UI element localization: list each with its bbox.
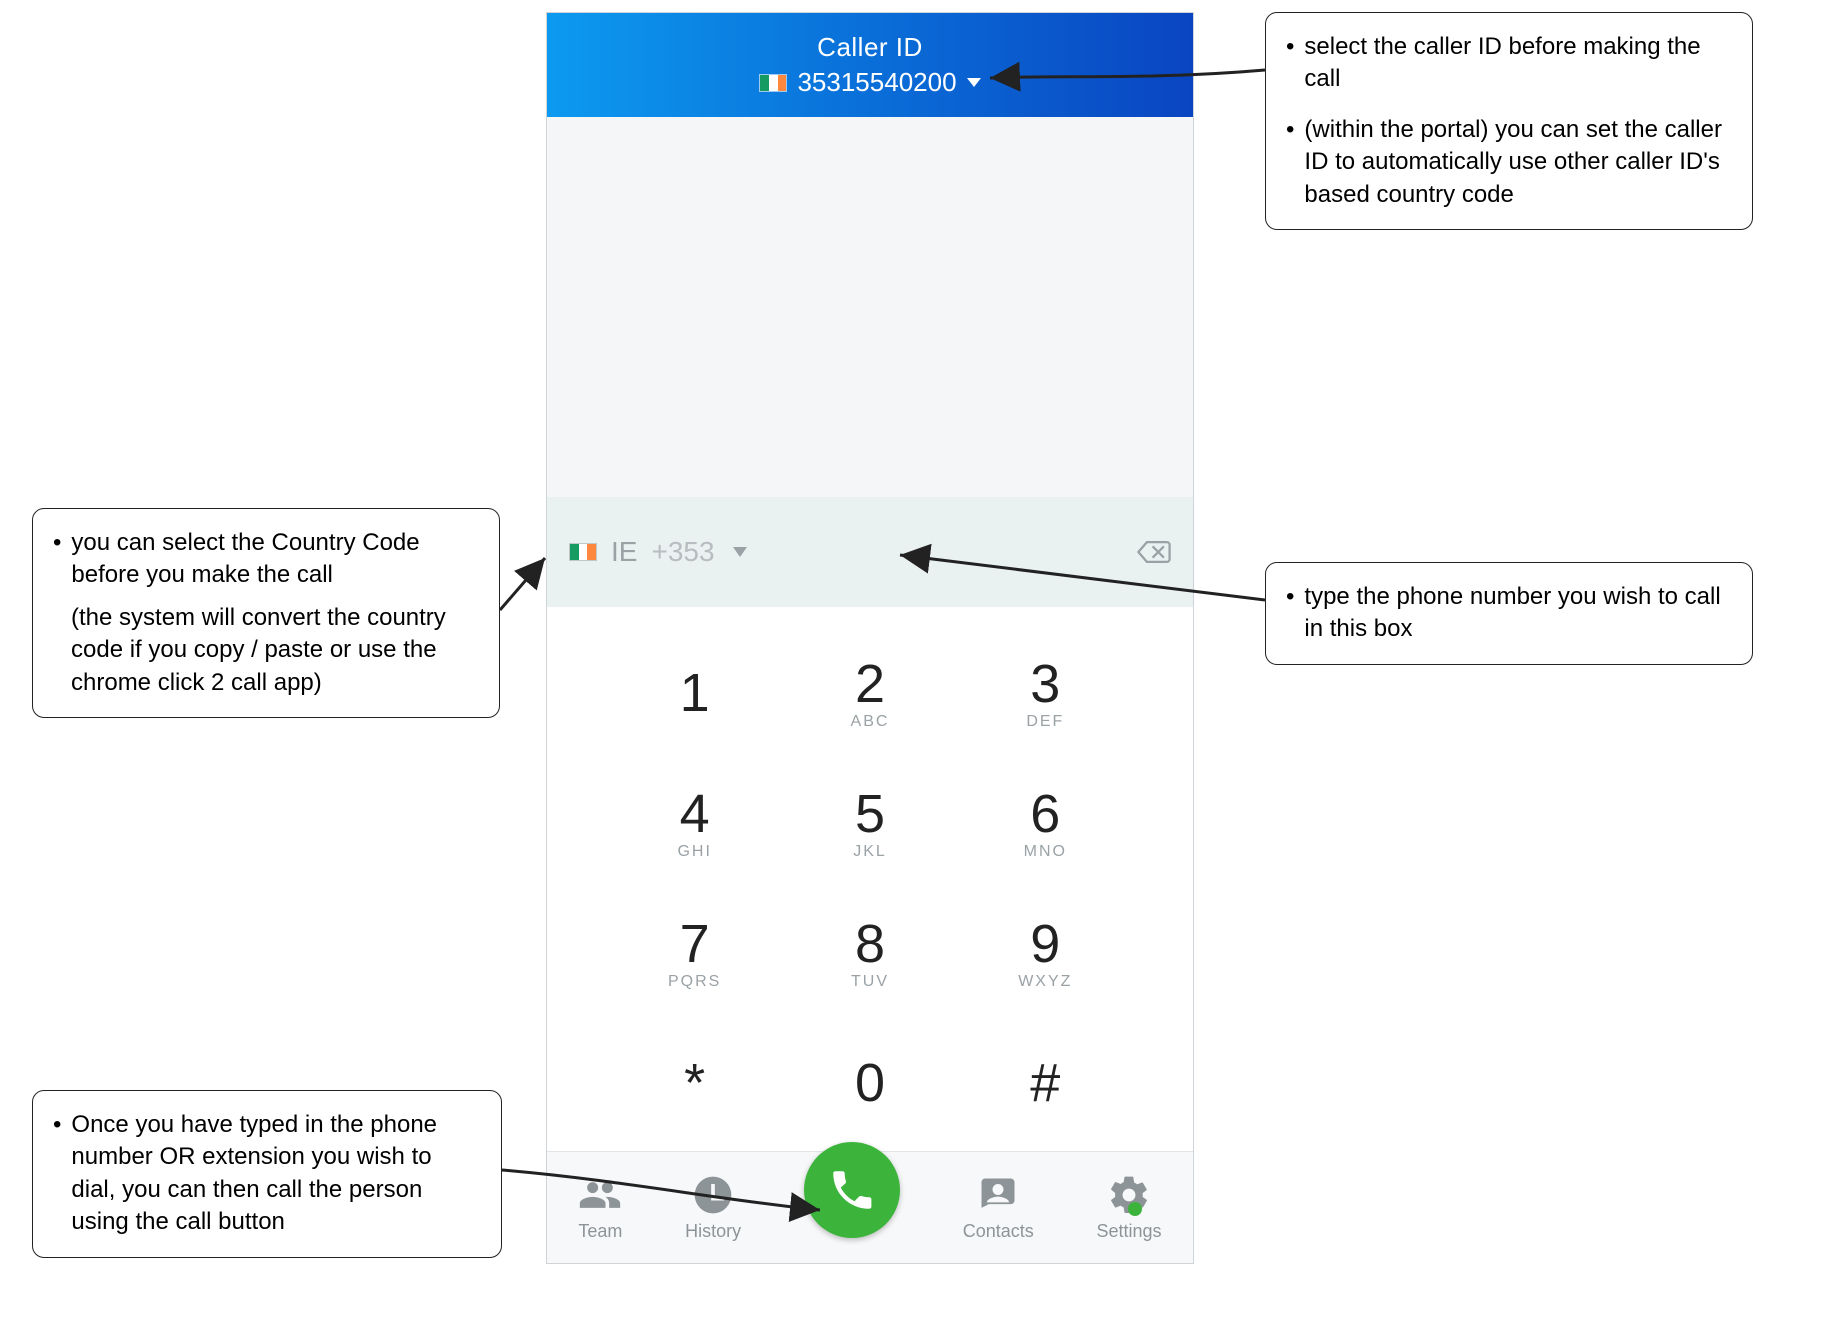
team-icon — [578, 1173, 622, 1217]
call-button[interactable] — [804, 1142, 900, 1238]
history-icon — [691, 1173, 735, 1217]
country-code-label[interactable]: IE — [611, 536, 637, 568]
key-0[interactable]: 0 — [855, 1052, 885, 1112]
key-3[interactable]: 3DEF — [1026, 653, 1064, 731]
key-5[interactable]: 5JKL — [853, 783, 887, 861]
recent-area — [547, 117, 1193, 497]
dial-code[interactable]: +353 — [651, 536, 714, 568]
backspace-icon[interactable] — [1137, 540, 1171, 564]
nav-settings[interactable]: Settings — [1097, 1173, 1162, 1242]
annotation-caller-id: select the caller ID before making the c… — [1265, 12, 1753, 230]
nav-label: Settings — [1097, 1221, 1162, 1242]
nav-label: Team — [578, 1221, 622, 1242]
chevron-down-icon — [967, 78, 981, 87]
status-dot-icon — [1128, 1202, 1142, 1216]
nav-history[interactable]: History — [685, 1173, 741, 1242]
key-7[interactable]: 7PQRS — [668, 913, 721, 991]
nav-team[interactable]: Team — [578, 1173, 622, 1242]
number-input-row: IE +353 — [547, 497, 1193, 607]
key-4[interactable]: 4GHI — [677, 783, 711, 861]
ireland-flag-icon — [759, 74, 787, 92]
annotation-country-code: you can select the Country Code before y… — [32, 508, 500, 718]
caller-id-number: 35315540200 — [797, 67, 956, 98]
caller-id-header[interactable]: Caller ID 35315540200 — [547, 13, 1193, 117]
key-1[interactable]: 1 — [680, 662, 710, 722]
caller-id-title: Caller ID — [817, 32, 923, 63]
nav-label: History — [685, 1221, 741, 1242]
nav-contacts[interactable]: Contacts — [963, 1173, 1034, 1242]
annotation-call-button: Once you have typed in the phone number … — [32, 1090, 502, 1258]
key-hash[interactable]: # — [1030, 1052, 1060, 1112]
key-8[interactable]: 8TUV — [851, 913, 889, 991]
contacts-icon — [976, 1173, 1020, 1217]
chevron-down-icon[interactable] — [733, 547, 747, 557]
dial-keypad: 1 2ABC 3DEF 4GHI 5JKL 6MNO 7PQRS 8TUV 9W… — [547, 607, 1193, 1151]
key-9[interactable]: 9WXYZ — [1018, 913, 1072, 991]
key-2[interactable]: 2ABC — [851, 653, 890, 731]
key-star[interactable]: * — [684, 1052, 705, 1112]
caller-id-selector[interactable]: 35315540200 — [759, 67, 980, 98]
dialer-app: Caller ID 35315540200 IE +353 1 2ABC 3DE… — [546, 12, 1194, 1264]
phone-icon — [827, 1165, 877, 1215]
annotation-number-input: type the phone number you wish to call i… — [1265, 562, 1753, 665]
bottom-nav: Team History Contacts Settings — [547, 1151, 1193, 1263]
ireland-flag-icon — [569, 543, 597, 561]
nav-label: Contacts — [963, 1221, 1034, 1242]
key-6[interactable]: 6MNO — [1024, 783, 1067, 861]
